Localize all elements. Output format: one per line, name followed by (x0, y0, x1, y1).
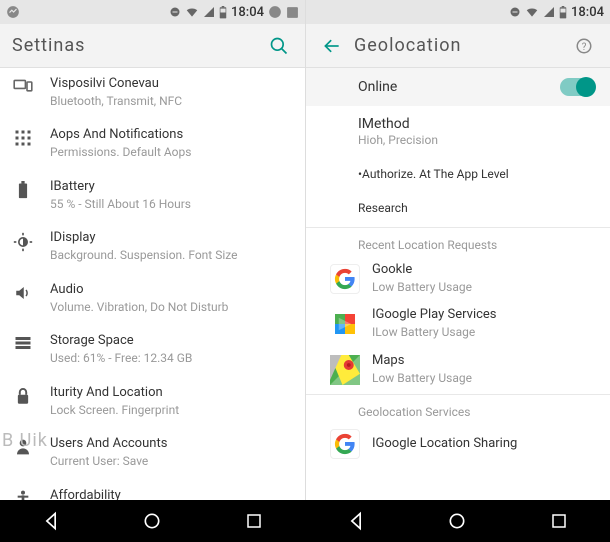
row-title: •Authorize. At The App Level (358, 167, 594, 181)
battery-status-icon (559, 6, 567, 19)
nav-recent-button[interactable] (539, 501, 579, 541)
svg-text:?: ? (582, 41, 587, 52)
row-sub: Volume. Vibration, Do Not Disturb (50, 300, 293, 316)
brightness-icon (10, 230, 36, 263)
app-name: Maps (372, 353, 596, 370)
divider (306, 394, 610, 395)
settings-list: Visposilvi ConevauBluetooth, Transmit, N… (0, 68, 305, 518)
row-sub: 55 % - Still About 16 Hours (50, 197, 293, 213)
row-title: IDisplay (50, 230, 293, 247)
research-row[interactable]: Research (306, 191, 610, 225)
online-toggle-row[interactable]: Online (306, 68, 610, 106)
row-title: Audio (50, 282, 293, 299)
row-title: Iturity And Location (50, 385, 293, 402)
row-title: Storage Space (50, 333, 293, 350)
setting-row-battery[interactable]: IBattery55 % - Still About 16 Hours (0, 171, 305, 222)
volume-icon (10, 282, 36, 315)
apps-icon (10, 127, 36, 160)
toggle-switch[interactable] (560, 78, 594, 96)
nav-home-button[interactable] (437, 501, 477, 541)
row-title: Visposilvi Conevau (50, 76, 293, 93)
battery-status-icon (219, 6, 227, 19)
signal-icon (203, 6, 215, 18)
geolocation-screen: 18:04 Geolocation ? Online IMethod Hioh,… (305, 0, 610, 518)
setting-row-devices[interactable]: Visposilvi ConevauBluetooth, Transmit, N… (0, 68, 305, 119)
section-label-services: Geolocation Services (306, 397, 610, 423)
nav-home-button[interactable] (132, 501, 172, 541)
back-icon[interactable] (318, 32, 346, 60)
setting-row-security[interactable]: Iturity And LocationLock Screen. Fingerp… (0, 377, 305, 428)
authorize-row[interactable]: •Authorize. At The App Level (306, 157, 610, 191)
setting-row-display[interactable]: IDisplayBackground. Suspension. Font Siz… (0, 222, 305, 273)
setting-row-apps[interactable]: Aops And NotificationsPermissions. Defau… (0, 119, 305, 170)
clock: 18:04 (571, 5, 604, 20)
geolocation-list: Online IMethod Hioh, Precision •Authoriz… (306, 68, 610, 518)
settings-screen: 18:04 Settinas Visposilvi ConevauBluetoo… (0, 0, 305, 518)
row-title: Research (358, 201, 594, 215)
battery-icon (10, 179, 36, 212)
navigation-bar (0, 500, 610, 542)
app-row-location-sharing[interactable]: IGoogle Location Sharing (306, 423, 610, 465)
signal-icon (543, 6, 555, 18)
status-bar: 18:04 (306, 0, 610, 24)
image-icon (286, 6, 299, 19)
dnd-icon (509, 6, 521, 18)
play-services-icon (330, 309, 360, 339)
row-title: IMethod (358, 116, 594, 132)
row-sub: Lock Screen. Fingerprint (50, 403, 293, 419)
person-icon (10, 436, 36, 469)
app-row-maps[interactable]: MapsLow Battery Usage (306, 347, 610, 392)
method-row[interactable]: IMethod Hioh, Precision (306, 106, 610, 157)
nav-back-button[interactable] (31, 501, 71, 541)
clock: 18:04 (231, 5, 264, 20)
row-title: Users And Accounts (50, 436, 293, 453)
geolocation-header: Geolocation ? (306, 24, 610, 68)
page-title: Geolocation (354, 35, 570, 56)
messenger-icon (6, 5, 20, 19)
lock-icon (10, 385, 36, 418)
search-icon[interactable] (265, 32, 293, 60)
nav-recent-button[interactable] (234, 501, 274, 541)
dnd-icon (169, 6, 181, 18)
divider (306, 227, 610, 228)
app-name: IGoogle Play Services (372, 307, 596, 324)
toggle-label: Online (358, 79, 560, 95)
app-row-google[interactable]: GookleLow Battery Usage (306, 256, 610, 301)
setting-row-storage[interactable]: Storage SpaceUsed: 61% - Free: 12.34 GB (0, 325, 305, 376)
wifi-icon (525, 6, 539, 18)
setting-row-users[interactable]: Users And AccountsCurrent User: Save (0, 428, 305, 479)
maps-icon (330, 355, 360, 385)
wifi-icon (185, 6, 199, 18)
status-bar: 18:04 (0, 0, 305, 24)
app-name: IGoogle Location Sharing (372, 436, 596, 453)
settings-header: Settinas (0, 24, 305, 68)
row-title: Aops And Notifications (50, 127, 293, 144)
app-row-play-services[interactable]: IGoogle Play ServicesILow Battery Usage (306, 301, 610, 346)
row-sub: Permissions. Default Aops (50, 145, 293, 161)
row-sub: Bluetooth, Transmit, NFC (50, 94, 293, 110)
nav-back-button[interactable] (336, 501, 376, 541)
setting-row-audio[interactable]: AudioVolume. Vibration, Do Not Disturb (0, 274, 305, 325)
row-sub: Used: 61% - Free: 12.34 GB (50, 351, 293, 367)
row-sub: Background. Suspension. Font Size (50, 248, 293, 264)
devices-icon (10, 76, 36, 109)
google-icon (330, 264, 360, 294)
google-icon (330, 429, 360, 459)
row-sub: Current User: Save (50, 454, 293, 470)
app-sub: ILow Battery Usage (372, 325, 596, 341)
help-icon[interactable]: ? (570, 32, 598, 60)
app-sub: Low Battery Usage (372, 371, 596, 387)
row-title: IBattery (50, 179, 293, 196)
storage-icon (10, 333, 36, 366)
section-label-recent: Recent Location Requests (306, 230, 610, 256)
page-title: Settinas (12, 35, 265, 56)
app-name: Gookle (372, 262, 596, 279)
app-sub: Low Battery Usage (372, 280, 596, 296)
messenger-icon (268, 5, 282, 19)
row-sub: Hioh, Precision (358, 133, 594, 147)
